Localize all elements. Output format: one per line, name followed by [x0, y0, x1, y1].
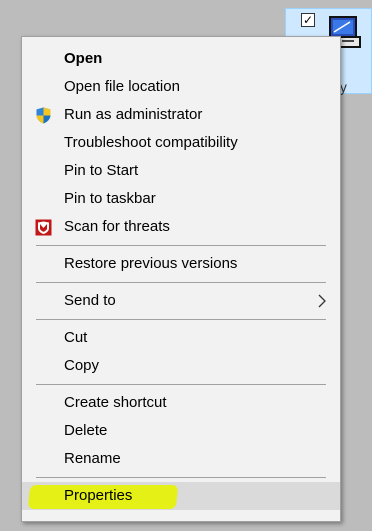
- menu-item-label: Rename: [64, 450, 121, 467]
- menu-item-copy[interactable]: Copy: [22, 352, 340, 380]
- menu-item-label: Scan for threats: [64, 218, 170, 235]
- menu-item-label: Send to: [64, 292, 116, 309]
- uac-shield-icon: [36, 107, 51, 124]
- menu-item-label: Delete: [64, 422, 108, 439]
- menu-item-cut[interactable]: Cut: [22, 324, 340, 352]
- menu-separator: [36, 477, 326, 478]
- menu-item-label: Properties: [64, 487, 133, 504]
- selection-checkbox[interactable]: ✓: [301, 13, 315, 27]
- menu-item-pin-to-start[interactable]: Pin to Start: [22, 157, 340, 185]
- menu-item-label: Troubleshoot compatibility: [64, 134, 238, 151]
- context-menu: Open Open file location Run as administr…: [21, 36, 341, 522]
- menu-item-create-shortcut[interactable]: Create shortcut: [22, 389, 340, 417]
- menu-item-troubleshoot-compatibility[interactable]: Troubleshoot compatibility: [22, 129, 340, 157]
- chevron-right-icon: [318, 294, 326, 308]
- menu-item-label: Pin to taskbar: [64, 190, 156, 207]
- menu-item-label: Cut: [64, 329, 88, 346]
- menu-separator: [36, 245, 326, 246]
- menu-item-open[interactable]: Open: [22, 45, 340, 73]
- menu-item-label: Run as administrator: [64, 106, 203, 123]
- menu-item-label: Restore previous versions: [64, 255, 238, 272]
- menu-item-rename[interactable]: Rename: [22, 445, 340, 473]
- menu-item-label: Open: [64, 50, 103, 67]
- menu-item-pin-to-taskbar[interactable]: Pin to taskbar: [22, 185, 340, 213]
- menu-item-label: Copy: [64, 357, 100, 374]
- menu-item-delete[interactable]: Delete: [22, 417, 340, 445]
- menu-item-label: Create shortcut: [64, 394, 167, 411]
- menu-item-send-to[interactable]: Send to: [22, 287, 340, 315]
- menu-item-scan-for-threats[interactable]: Scan for threats: [22, 213, 340, 241]
- menu-item-run-as-administrator[interactable]: Run as administrator: [22, 101, 340, 129]
- menu-separator: [36, 282, 326, 283]
- menu-separator: [36, 384, 326, 385]
- menu-item-properties[interactable]: Properties: [22, 482, 340, 510]
- menu-item-label: Pin to Start: [64, 162, 139, 179]
- menu-item-open-file-location[interactable]: Open file location: [22, 73, 340, 101]
- menu-separator: [36, 319, 326, 320]
- menu-item-label: Open file location: [64, 78, 180, 95]
- mcafee-shield-icon: [35, 219, 52, 236]
- menu-item-restore-previous-versions[interactable]: Restore previous versions: [22, 250, 340, 278]
